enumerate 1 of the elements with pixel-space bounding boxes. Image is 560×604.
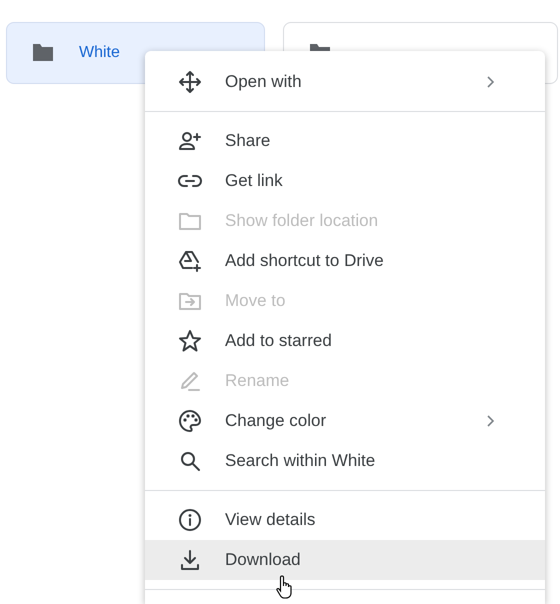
folder-name: White [79,43,120,63]
